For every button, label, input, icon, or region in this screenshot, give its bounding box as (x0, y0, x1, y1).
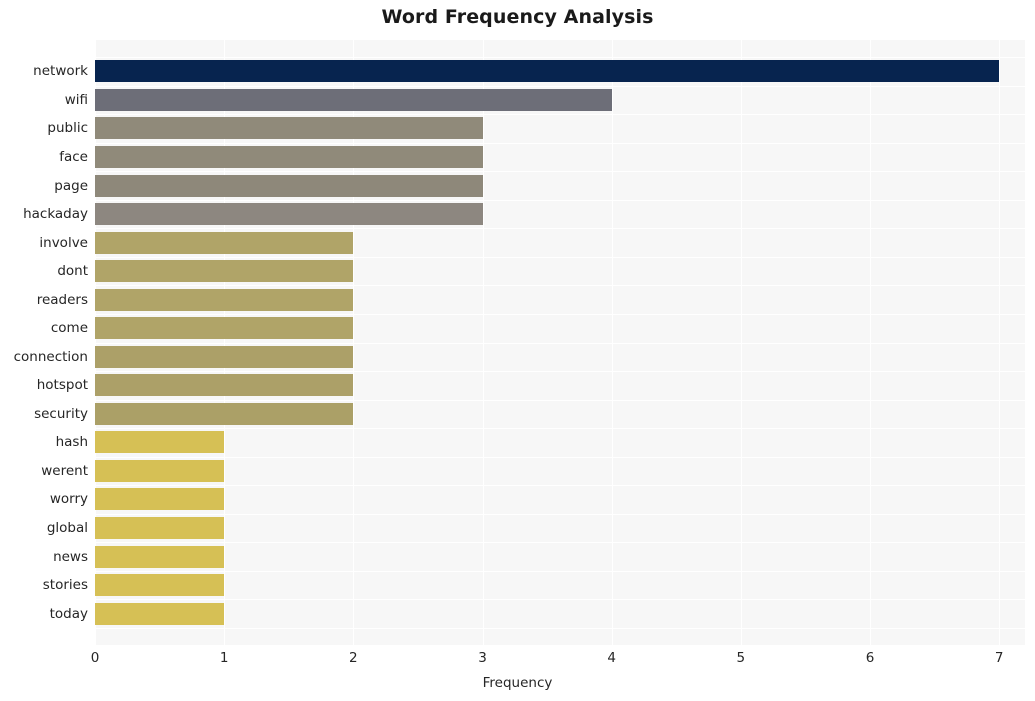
y-axis-tick-label: involve (39, 234, 88, 251)
y-axis-tick-label: public (47, 120, 88, 137)
y-axis-tick-label: dont (57, 263, 88, 280)
x-axis-tick-label: 5 (736, 650, 746, 666)
x-axis-tick-label: 4 (607, 650, 616, 666)
bar (95, 402, 354, 425)
bar (95, 459, 225, 482)
bar (95, 488, 225, 511)
y-axis-tick-label: worry (49, 491, 88, 508)
bar (95, 203, 483, 226)
gridline-horizontal (95, 542, 1025, 544)
bar (95, 146, 483, 168)
y-axis-tick-label: wifi (64, 91, 88, 108)
gridline-horizontal (95, 599, 1025, 601)
x-axis-tick-label: 6 (865, 650, 875, 666)
plot-area (95, 40, 1025, 645)
x-axis-label: Frequency (482, 675, 553, 691)
bar (95, 231, 354, 254)
chart-figure: Word Frequency Analysis network wifi publi… (0, 0, 1035, 701)
bar (95, 117, 483, 140)
gridline-horizontal (95, 570, 1025, 572)
chart-title: Word Frequency Analysis (381, 6, 654, 28)
y-axis-tick-label: come (50, 320, 88, 337)
y-axis-tick-label: global (46, 519, 88, 536)
gridline-horizontal (95, 85, 1025, 87)
gridline-horizontal (95, 114, 1025, 116)
bar (95, 574, 225, 597)
gridline-horizontal (95, 513, 1025, 515)
gridline-horizontal (95, 199, 1025, 201)
gridline-horizontal (95, 171, 1025, 173)
gridline-horizontal (95, 399, 1025, 401)
y-axis-tick-label: stories (42, 577, 88, 594)
gridline-horizontal (95, 428, 1025, 430)
y-axis-tick-label: network (33, 63, 88, 80)
bar (95, 60, 1000, 83)
y-axis-tick-label: today (49, 605, 88, 622)
gridline-horizontal (95, 456, 1025, 458)
gridline-horizontal (95, 256, 1025, 258)
x-axis-tick-label: 2 (349, 650, 358, 666)
bar (95, 260, 354, 283)
y-axis-tick-label: hotspot (36, 377, 88, 394)
bar (95, 174, 483, 197)
y-axis-tick-label: connection (13, 348, 88, 365)
bar (95, 602, 225, 625)
bar (95, 374, 354, 397)
gridline-horizontal (95, 313, 1025, 315)
gridline-horizontal (95, 485, 1025, 487)
x-axis-tick-label: 0 (90, 650, 100, 666)
gridline-horizontal (95, 285, 1025, 287)
gridline-horizontal (95, 627, 1025, 629)
x-axis-tick-label: 3 (478, 650, 487, 666)
bar (95, 317, 354, 340)
gridline-horizontal (95, 228, 1025, 230)
y-axis-tick-label: readers (36, 291, 88, 308)
y-axis-tick-label: hash (55, 434, 88, 451)
gridline-horizontal (95, 57, 1025, 59)
y-axis-tick-label: werent (41, 462, 88, 479)
bar (95, 545, 225, 568)
y-axis-tick-label: face (59, 149, 88, 165)
bar (95, 88, 612, 111)
y-axis-tick-label: news (53, 548, 88, 565)
gridline-horizontal (95, 371, 1025, 373)
x-axis-tick-label: 7 (994, 650, 1004, 666)
y-axis-tick-label: security (34, 405, 88, 422)
bar (95, 288, 354, 311)
y-axis-tick-label: hackaday (23, 206, 88, 223)
gridline-horizontal (95, 342, 1025, 344)
bar (95, 345, 354, 368)
y-axis-tick-label: page (54, 177, 88, 194)
bar (95, 431, 225, 454)
gridline-horizontal (95, 142, 1025, 144)
x-axis-tick-label: 1 (219, 650, 229, 666)
bar (95, 516, 225, 539)
